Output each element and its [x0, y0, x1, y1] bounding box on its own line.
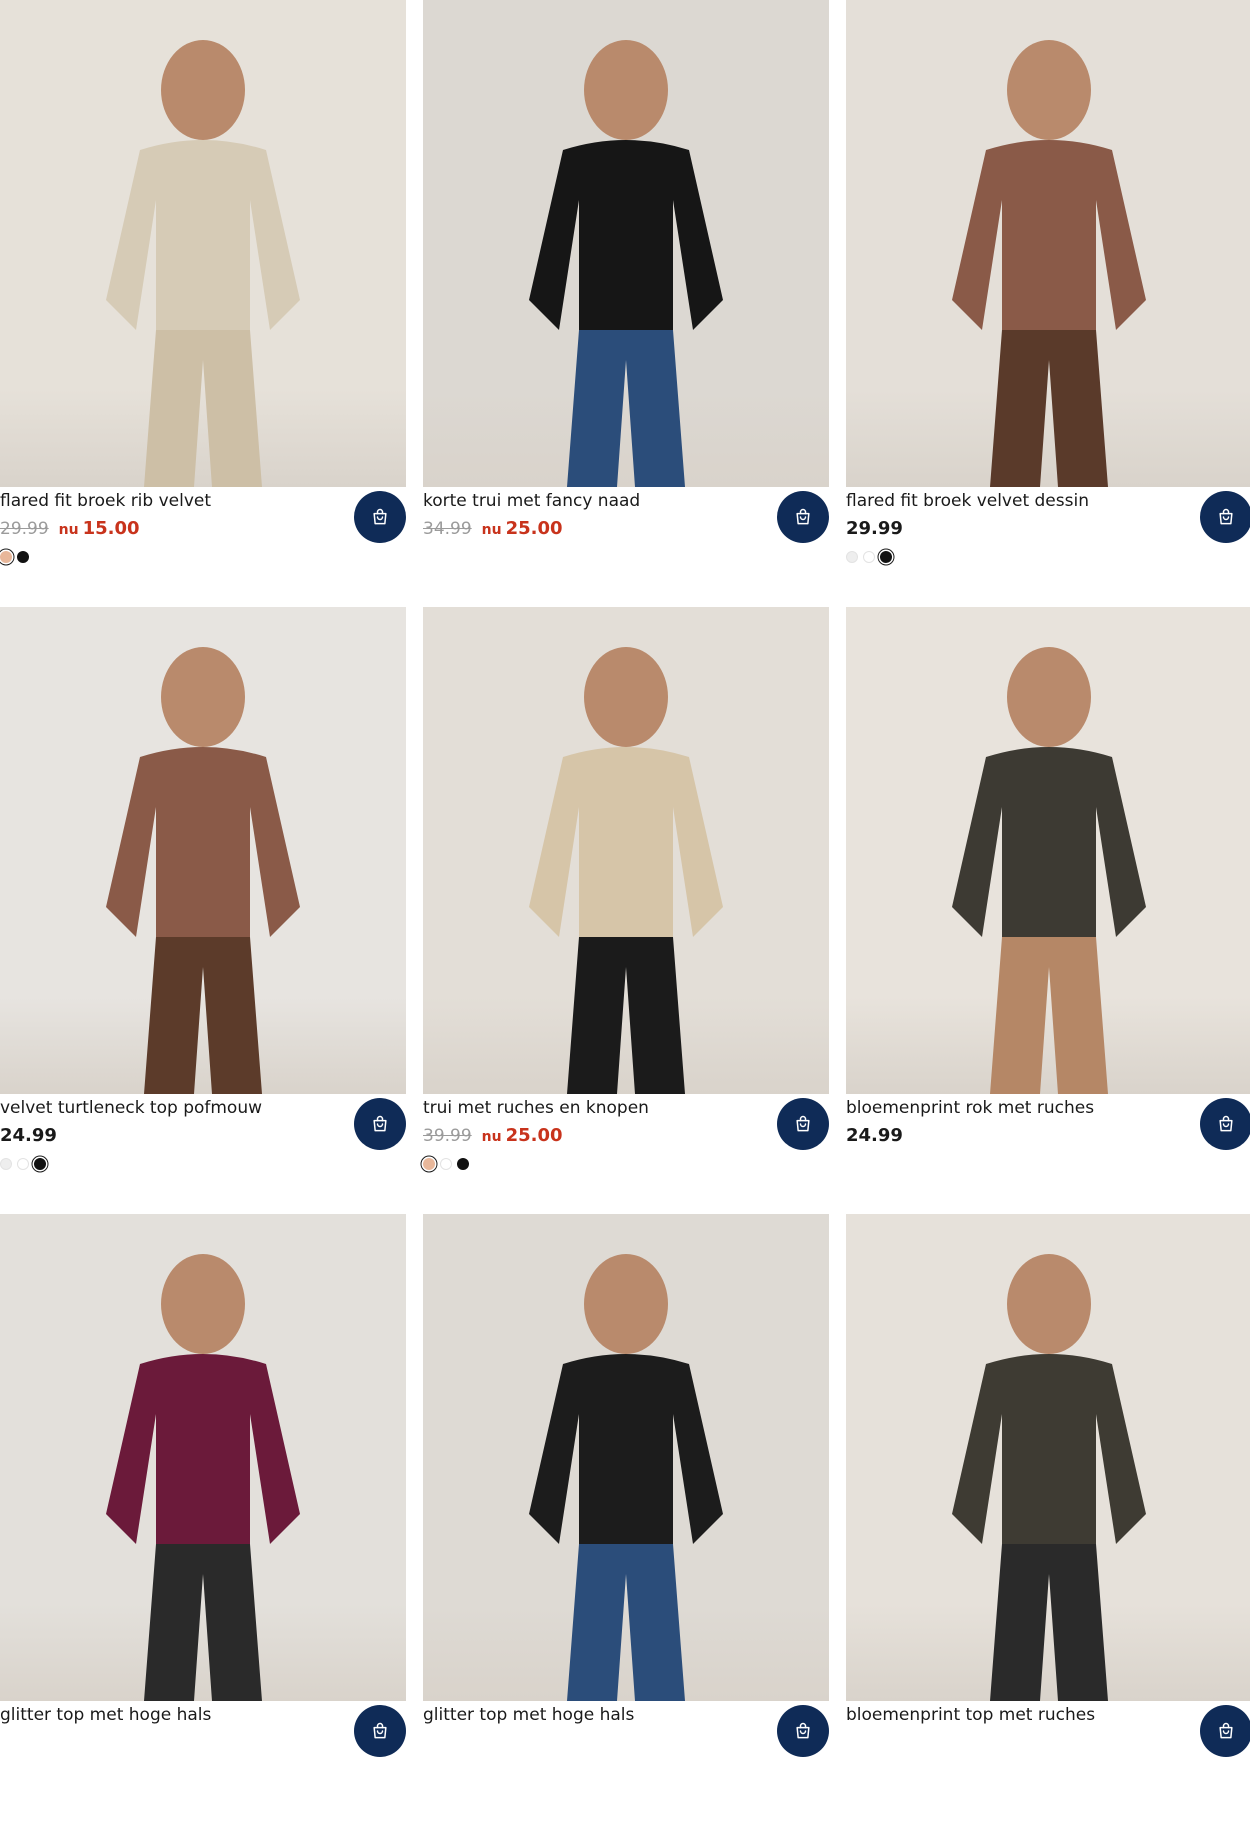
- shopping-bag-icon: [373, 508, 387, 525]
- add-to-cart-button[interactable]: [1200, 1098, 1250, 1150]
- model-figure: [529, 1254, 723, 1701]
- product-card[interactable]: velvet turtleneck top pofmouw 24.99: [0, 607, 406, 1214]
- product-info: korte trui met fancy naad 34.99 nu 25.00: [423, 487, 829, 607]
- product-info: glitter top met hoge hals: [0, 1701, 406, 1821]
- model-figure: [529, 647, 723, 1094]
- product-photo[interactable]: [423, 1214, 829, 1701]
- product-info: flared fit broek rib velvet 29.99 nu 15.00: [0, 487, 406, 607]
- product-info: glitter top met hoge hals: [423, 1701, 829, 1821]
- color-swatch[interactable]: [0, 551, 12, 563]
- shopping-bag-icon: [373, 1115, 387, 1132]
- add-to-cart-button[interactable]: [1200, 491, 1250, 543]
- add-to-cart-button[interactable]: [354, 1098, 406, 1150]
- product-card[interactable]: flared fit broek velvet dessin 29.99: [846, 0, 1250, 607]
- color-swatch[interactable]: [440, 1158, 452, 1170]
- color-swatch[interactable]: [17, 551, 29, 563]
- shopping-bag-icon: [1219, 1115, 1233, 1132]
- add-to-cart-button[interactable]: [777, 1098, 829, 1150]
- add-to-cart-button[interactable]: [354, 1705, 406, 1757]
- color-swatch[interactable]: [863, 551, 875, 563]
- now-label: nu: [481, 522, 502, 538]
- product-price: 24.99: [846, 1125, 903, 1146]
- regular-price: 29.99: [846, 518, 903, 539]
- add-to-cart-button[interactable]: [777, 491, 829, 543]
- old-price: 29.99: [0, 519, 49, 539]
- color-swatch[interactable]: [880, 551, 892, 563]
- sale-price: 25.00: [505, 518, 563, 539]
- color-swatches: [423, 1158, 469, 1170]
- color-swatches: [0, 1158, 46, 1170]
- sale-price: 25.00: [505, 1125, 563, 1146]
- product-info: trui met ruches en knopen 39.99 nu 25.00: [423, 1094, 829, 1214]
- model-figure: [106, 40, 300, 487]
- product-card[interactable]: bloemenprint rok met ruches 24.99: [846, 607, 1250, 1214]
- model-figure: [952, 647, 1146, 1094]
- product-photo[interactable]: [423, 607, 829, 1094]
- model-figure: [952, 40, 1146, 487]
- product-photo[interactable]: [0, 0, 406, 487]
- color-swatches: [0, 551, 29, 563]
- product-info: flared fit broek velvet dessin 29.99: [846, 487, 1250, 607]
- color-swatch[interactable]: [17, 1158, 29, 1170]
- color-swatch[interactable]: [0, 1158, 12, 1170]
- product-title[interactable]: trui met ruches en knopen: [423, 1098, 649, 1118]
- product-photo[interactable]: [846, 1214, 1250, 1701]
- color-swatch[interactable]: [846, 551, 858, 563]
- color-swatches: [846, 551, 892, 563]
- product-photo[interactable]: [846, 607, 1250, 1094]
- shopping-bag-icon: [1219, 508, 1233, 525]
- shopping-bag-icon: [796, 508, 810, 525]
- sale-price: 15.00: [82, 518, 140, 539]
- model-figure: [106, 647, 300, 1094]
- product-price: 29.99: [846, 518, 903, 539]
- add-to-cart-button[interactable]: [777, 1705, 829, 1757]
- add-to-cart-button[interactable]: [354, 491, 406, 543]
- product-price: 29.99 nu 15.00: [0, 518, 140, 539]
- product-card[interactable]: glitter top met hoge hals: [0, 1214, 406, 1821]
- add-to-cart-button[interactable]: [1200, 1705, 1250, 1757]
- product-title[interactable]: glitter top met hoge hals: [423, 1705, 634, 1725]
- product-info: bloemenprint rok met ruches 24.99: [846, 1094, 1250, 1214]
- color-swatch[interactable]: [423, 1158, 435, 1170]
- product-title[interactable]: korte trui met fancy naad: [423, 491, 640, 511]
- shopping-bag-icon: [796, 1115, 810, 1132]
- shopping-bag-icon: [1219, 1722, 1233, 1739]
- color-swatch[interactable]: [457, 1158, 469, 1170]
- product-card[interactable]: trui met ruches en knopen 39.99 nu 25.00: [423, 607, 829, 1214]
- product-info: bloemenprint top met ruches: [846, 1701, 1250, 1821]
- product-card[interactable]: korte trui met fancy naad 34.99 nu 25.00: [423, 0, 829, 607]
- product-info: velvet turtleneck top pofmouw 24.99: [0, 1094, 406, 1214]
- regular-price: 24.99: [0, 1125, 57, 1146]
- old-price: 39.99: [423, 1126, 472, 1146]
- model-figure: [529, 40, 723, 487]
- regular-price: 24.99: [846, 1125, 903, 1146]
- product-title[interactable]: flared fit broek rib velvet: [0, 491, 211, 511]
- product-photo[interactable]: [0, 1214, 406, 1701]
- now-label: nu: [58, 522, 79, 538]
- product-card[interactable]: bloemenprint top met ruches: [846, 1214, 1250, 1821]
- product-card[interactable]: glitter top met hoge hals: [423, 1214, 829, 1821]
- product-price: 34.99 nu 25.00: [423, 518, 563, 539]
- product-price: 39.99 nu 25.00: [423, 1125, 563, 1146]
- color-swatch[interactable]: [34, 1158, 46, 1170]
- product-title[interactable]: bloemenprint top met ruches: [846, 1705, 1095, 1725]
- product-title[interactable]: flared fit broek velvet dessin: [846, 491, 1089, 511]
- shopping-bag-icon: [796, 1722, 810, 1739]
- product-card[interactable]: flared fit broek rib velvet 29.99 nu 15.00: [0, 0, 406, 607]
- product-grid: flared fit broek rib velvet 29.99 nu 15.00 k…: [0, 0, 1250, 1821]
- old-price: 34.99: [423, 519, 472, 539]
- product-price: 24.99: [0, 1125, 57, 1146]
- product-title[interactable]: glitter top met hoge hals: [0, 1705, 211, 1725]
- product-title[interactable]: bloemenprint rok met ruches: [846, 1098, 1094, 1118]
- model-figure: [106, 1254, 300, 1701]
- shopping-bag-icon: [373, 1722, 387, 1739]
- product-photo[interactable]: [846, 0, 1250, 487]
- model-figure: [952, 1254, 1146, 1701]
- now-label: nu: [481, 1129, 502, 1145]
- product-photo[interactable]: [0, 607, 406, 1094]
- product-title[interactable]: velvet turtleneck top pofmouw: [0, 1098, 262, 1118]
- product-photo[interactable]: [423, 0, 829, 487]
